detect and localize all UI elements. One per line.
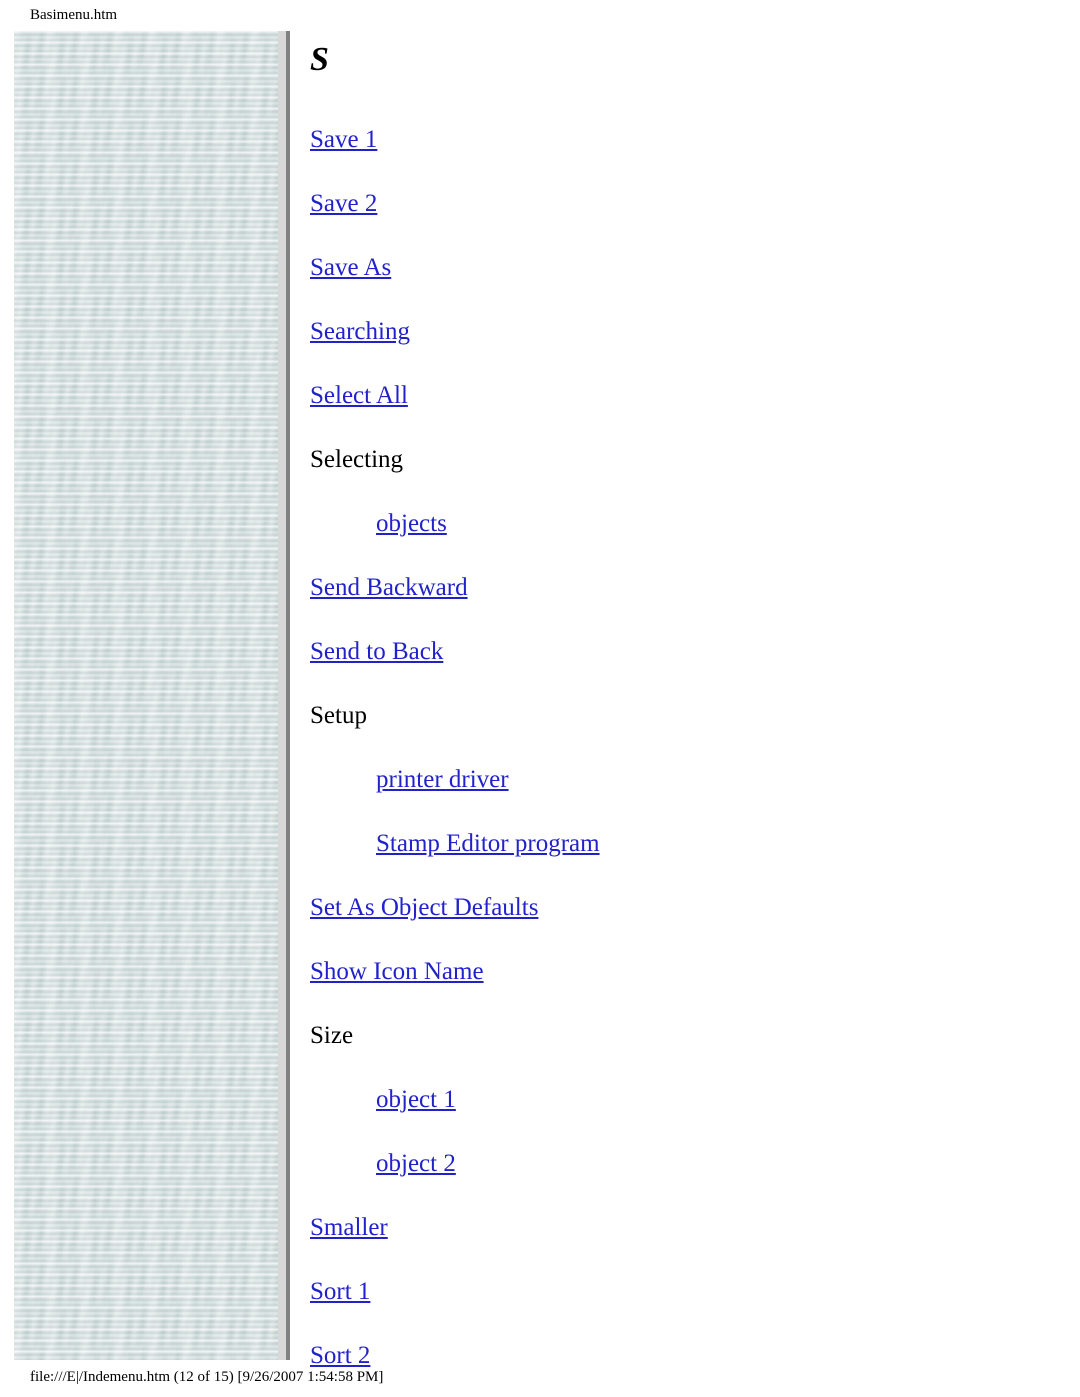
index-link-text[interactable]: Smaller (310, 1214, 388, 1241)
index-link: Stamp Editor program (310, 812, 1050, 876)
index-link-text[interactable]: Save 2 (310, 190, 377, 217)
index-group-label: Selecting (310, 428, 1050, 492)
index-group-label: Size (310, 1004, 1050, 1068)
index-group-text: Setup (310, 702, 367, 729)
index-link-text[interactable]: Select All (310, 382, 408, 409)
index-link: object 2 (310, 1132, 1050, 1196)
index-group-text: Size (310, 1022, 354, 1049)
index-link-text[interactable]: Set As Object Defaults (310, 894, 538, 921)
index-letter-heading: S (310, 41, 329, 78)
index-group-label: Setup (310, 684, 1050, 748)
print-footer-status: file:///E|/Indemenu.htm (12 of 15) [9/26… (30, 1369, 384, 1385)
index-link: Searching (310, 300, 1050, 364)
index-link-text[interactable]: Sort 2 (310, 1342, 370, 1369)
sidebar-texture-fill (14, 31, 278, 1360)
index-link-text[interactable]: Sort 1 (310, 1278, 370, 1305)
index-link: object 1 (310, 1068, 1050, 1132)
index-link-text[interactable]: object 2 (376, 1150, 456, 1177)
index-link: Save As (310, 236, 1050, 300)
print-header-title: Basimenu.htm (30, 7, 118, 23)
index-link: Sort 1 (310, 1260, 1050, 1324)
index-link-text[interactable]: objects (376, 510, 447, 537)
index-link: Smaller (310, 1196, 1050, 1260)
sidebar-edge-shadow (286, 31, 290, 1360)
sidebar-edge-highlight (278, 31, 286, 1360)
index-link-text[interactable]: printer driver (376, 766, 509, 793)
index-link: Send Backward (310, 556, 1050, 620)
index-content: S Save 1 Save 2 Save As Searching Select All… (310, 40, 1050, 1388)
index-link: Set As Object Defaults (310, 876, 1050, 940)
index-link-text[interactable]: object 1 (376, 1086, 456, 1113)
index-link: Save 2 (310, 172, 1050, 236)
index-link-text[interactable]: Send Backward (310, 574, 468, 601)
index-link-text[interactable]: Show Icon Name (310, 958, 484, 985)
index-link-text[interactable]: Searching (310, 318, 410, 345)
index-entry-list: Save 1 Save 2 Save As Searching Select All Se… (310, 108, 1050, 1388)
index-link-text[interactable]: Send to Back (310, 638, 443, 665)
index-link: Select All (310, 364, 1050, 428)
index-group-text: Selecting (310, 446, 404, 473)
index-link: Show Icon Name (310, 940, 1050, 1004)
index-link: Send to Back (310, 620, 1050, 684)
index-link-text[interactable]: Save As (310, 254, 391, 281)
index-link: Sort 2 (310, 1324, 1050, 1388)
sidebar-decorative-column (14, 31, 290, 1360)
index-link-text[interactable]: Stamp Editor program (376, 830, 600, 857)
index-link-text[interactable]: Save 1 (310, 126, 377, 153)
index-link: printer driver (310, 748, 1050, 812)
index-link: objects (310, 492, 1050, 556)
index-link: Save 1 (310, 108, 1050, 172)
